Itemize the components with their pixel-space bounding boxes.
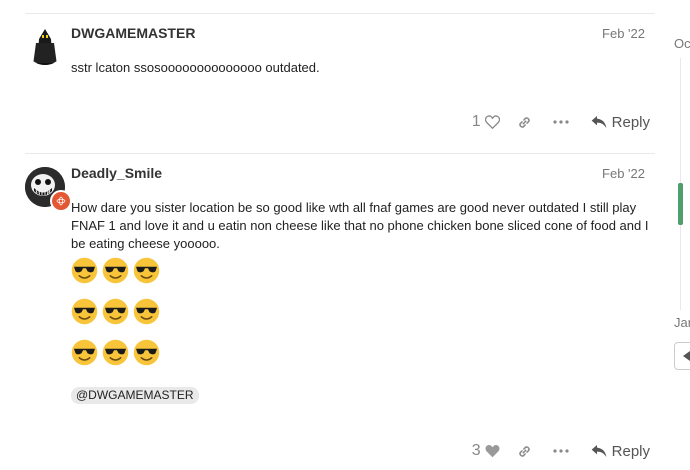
sunglasses-emoji-icon bbox=[71, 257, 98, 289]
emoji-row bbox=[71, 298, 160, 330]
reply-button[interactable]: Reply bbox=[591, 114, 650, 131]
like-count: 1 bbox=[471, 113, 481, 130]
heart-outline-icon bbox=[484, 115, 500, 129]
share-link-button[interactable] bbox=[507, 437, 543, 465]
like-count: 3 bbox=[471, 442, 481, 459]
post-username[interactable]: DWGAMEMASTER bbox=[71, 25, 195, 41]
avatar[interactable] bbox=[25, 25, 65, 65]
post-body: How dare you sister location be so good … bbox=[71, 200, 649, 251]
reply-button[interactable]: Reply bbox=[591, 443, 650, 460]
ellipsis-icon bbox=[553, 449, 569, 453]
user-badge-icon bbox=[50, 190, 72, 212]
post-body: sstr lcaton ssosoooooooooooooo outdated. bbox=[71, 60, 320, 75]
post-date[interactable]: Feb '22 bbox=[602, 166, 645, 181]
reply-label: Reply bbox=[611, 113, 650, 131]
post-username[interactable]: Deadly_Smile bbox=[71, 165, 162, 181]
sunglasses-emoji-icon bbox=[102, 339, 129, 371]
badge-atom-icon bbox=[56, 196, 66, 206]
sunglasses-emoji-icon bbox=[102, 298, 129, 330]
emoji-row bbox=[71, 339, 160, 371]
like-button[interactable]: 1 bbox=[465, 108, 507, 136]
reply-label: Reply bbox=[611, 442, 650, 460]
reply-arrow-icon bbox=[591, 116, 606, 128]
sunglasses-emoji-icon bbox=[133, 298, 160, 330]
post-dwgamemaster: DWGAMEMASTER Feb '22 sstr lcaton ssosooo… bbox=[0, 0, 660, 150]
emoji-row bbox=[71, 257, 160, 289]
sunglasses-emoji-icon bbox=[71, 339, 98, 371]
post-date[interactable]: Feb '22 bbox=[602, 26, 645, 41]
share-link-button[interactable] bbox=[507, 108, 543, 136]
link-icon bbox=[519, 445, 530, 457]
ellipsis-icon bbox=[553, 120, 569, 124]
more-actions-button[interactable] bbox=[543, 437, 579, 465]
timeline-end-date[interactable]: Jan bbox=[674, 315, 690, 330]
heart-filled-icon bbox=[485, 445, 500, 458]
sunglasses-emoji-icon bbox=[71, 298, 98, 330]
timeline-back-button[interactable] bbox=[674, 342, 690, 370]
timeline-scroll-handle[interactable] bbox=[678, 183, 683, 225]
user-mention-link[interactable]: @DWGAMEMASTER bbox=[71, 387, 199, 404]
timeline-start-date[interactable]: Oc bbox=[674, 36, 690, 51]
reply-arrow-icon bbox=[591, 445, 606, 457]
post-actions: 3 Reply bbox=[465, 437, 650, 465]
link-icon bbox=[519, 116, 530, 128]
sunglasses-emoji-icon bbox=[102, 257, 129, 289]
like-button[interactable]: 3 bbox=[465, 437, 507, 465]
post-actions: 1 Reply bbox=[465, 108, 650, 136]
hooded-figure-avatar-icon bbox=[29, 29, 61, 65]
caret-left-icon bbox=[683, 351, 690, 361]
sunglasses-emoji-icon bbox=[133, 339, 160, 371]
post-deadly-smile: Deadly_Smile Feb '22 How dare you sister… bbox=[0, 155, 660, 470]
more-actions-button[interactable] bbox=[543, 108, 579, 136]
sunglasses-emoji-icon bbox=[133, 257, 160, 289]
post-divider bbox=[25, 153, 655, 154]
